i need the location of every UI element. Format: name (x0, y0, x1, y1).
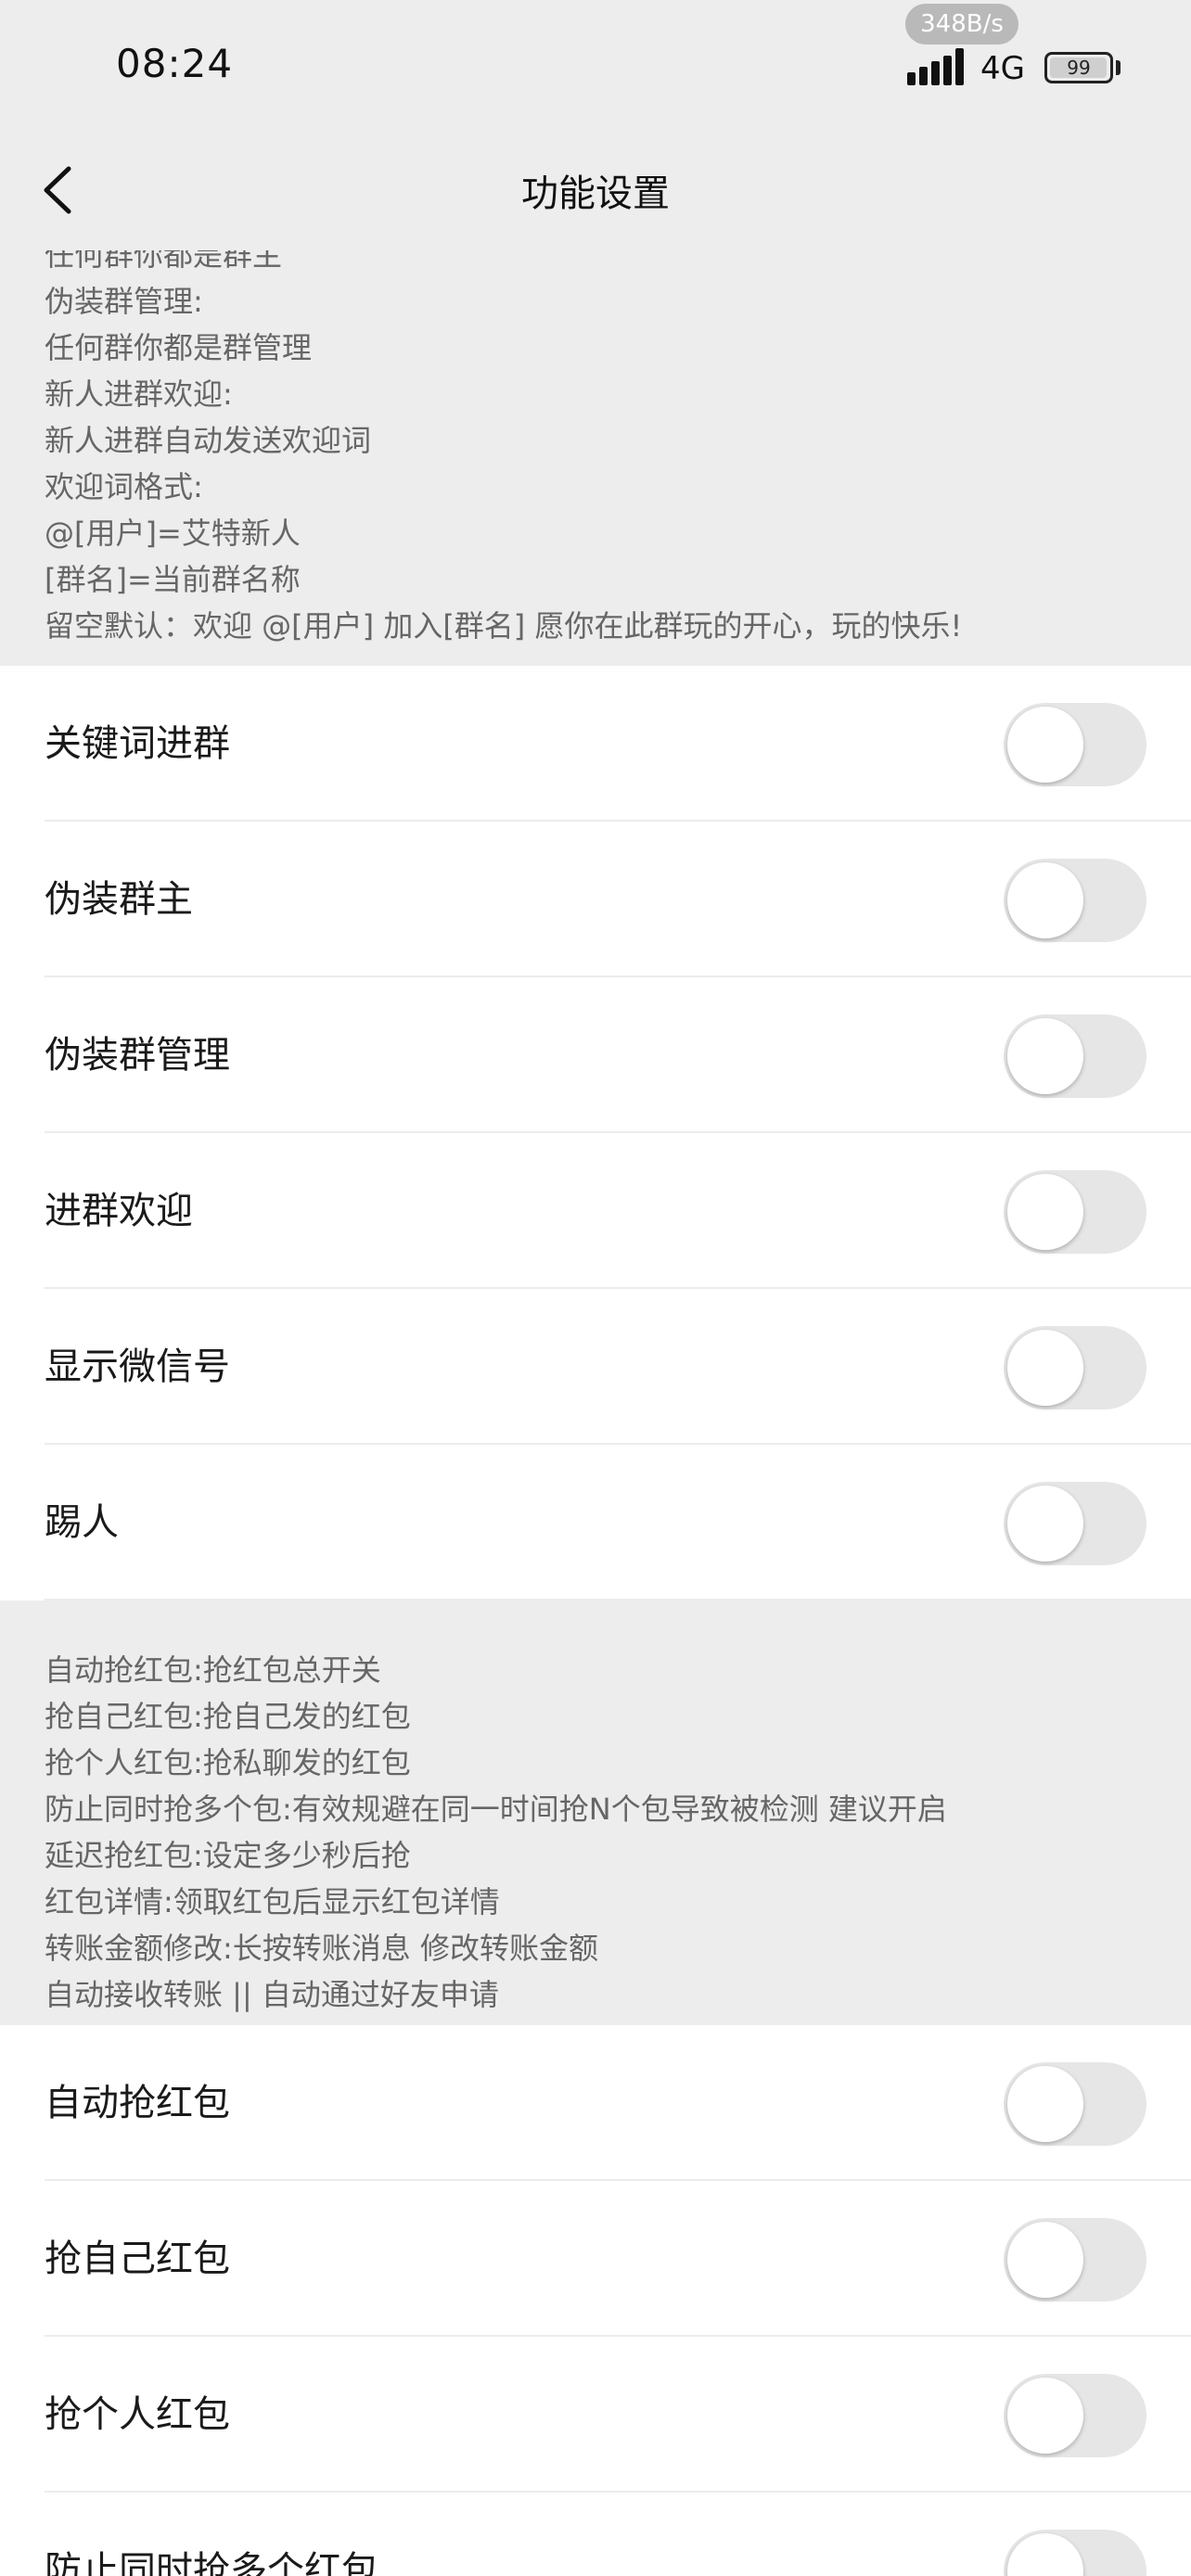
toggle-knob (1007, 2378, 1083, 2454)
description-line: 红包详情:领取红包后显示红包详情 (45, 1884, 500, 1919)
network-type: 4G (980, 50, 1025, 87)
setting-row: 自动抢红包 (0, 2025, 1191, 2181)
setting-row: 防止同时抢多个红包 (0, 2493, 1191, 2576)
setting-toggle[interactable] (1004, 2062, 1146, 2146)
description-line: 新人进群自动发送欢迎词 (45, 423, 372, 458)
toggle-knob (1007, 2533, 1083, 2576)
setting-label: 抢自己红包 (45, 2238, 230, 2280)
setting-label: 自动抢红包 (45, 2082, 230, 2124)
description-line: 自动接收转账 || 自动通过好友申请 (45, 1977, 499, 2012)
status-bar: 08:24 348B/s 4G 99 (0, 0, 1191, 130)
battery-tip (1116, 60, 1121, 75)
setting-row: 显示微信号 (0, 1289, 1191, 1445)
description-line: 任何群你都是群主 (45, 250, 283, 273)
setting-label: 伪装群管理 (45, 1034, 230, 1077)
description-line: 任何群你都是群管理 (45, 330, 313, 365)
setting-label: 显示微信号 (45, 1345, 230, 1388)
setting-row: 进群欢迎 (0, 1133, 1191, 1289)
setting-label: 进群欢迎 (45, 1190, 193, 1232)
toggle-knob (1007, 862, 1083, 938)
setting-row: 抢个人红包 (0, 2337, 1191, 2493)
setting-toggle[interactable] (1004, 1482, 1146, 1565)
group-settings-list: 关键词进群伪装群主伪装群管理进群欢迎显示微信号踢人 (0, 666, 1191, 1600)
setting-label: 踢人 (45, 1501, 119, 1544)
toggle-knob (1007, 2066, 1083, 2142)
setting-toggle[interactable] (1004, 1170, 1146, 1254)
description-line: 抢自己红包:抢自己发的红包 (45, 1699, 411, 1734)
setting-row: 关键词进群 (0, 666, 1191, 822)
toggle-knob (1007, 1486, 1083, 1562)
description-line: 转账金额修改:长按转账消息 修改转账金额 (45, 1931, 598, 1966)
description-line: 新人进群欢迎: (45, 376, 233, 412)
setting-toggle[interactable] (1004, 2218, 1146, 2302)
toggle-knob (1007, 1018, 1083, 1094)
description-line: [群名]=当前群名称 (45, 562, 301, 597)
toggle-knob (1007, 1330, 1083, 1406)
setting-toggle[interactable] (1004, 1326, 1146, 1409)
page-title: 功能设置 (521, 172, 670, 215)
description-line: 自动抢红包:抢红包总开关 (45, 1652, 381, 1688)
toggle-knob (1007, 1174, 1083, 1250)
group-feature-description: 任何群你都是群主伪装群管理: 任何群你都是群管理 新人进群欢迎: 新人进群自动发送欢迎… (0, 250, 1191, 666)
nav-bar: 功能设置 (0, 130, 1191, 250)
redpacket-settings-list: 自动抢红包抢自己红包抢个人红包防止同时抢多个红包 (0, 2025, 1191, 2576)
redpacket-feature-description: 自动抢红包:抢红包总开关 抢自己红包:抢自己发的红包 抢个人红包:抢私聊发的红包防止… (0, 1600, 1191, 2025)
setting-toggle[interactable] (1004, 703, 1146, 786)
description-line: 欢迎词格式: (45, 469, 203, 504)
network-speed-badge: 348B/s (905, 4, 1018, 45)
battery-icon: 99 (1044, 52, 1113, 83)
setting-row: 伪装群主 (0, 822, 1191, 977)
setting-row: 伪装群管理 (0, 977, 1191, 1133)
description-line: @[用户]=艾特新人 (45, 516, 301, 551)
setting-label: 防止同时抢多个红包 (45, 2549, 378, 2576)
description-line: 抢个人红包:抢私聊发的红包 (45, 1745, 411, 1780)
setting-toggle[interactable] (1004, 1014, 1146, 1098)
settings-page: 08:24 348B/s 4G 99 功能设置 任何群你都是群主 伪装群管理: 任何… (0, 0, 1191, 2576)
setting-row: 抢自己红包 (0, 2181, 1191, 2337)
description-line: 伪装群管理: (45, 284, 203, 319)
setting-label: 伪装群主 (45, 878, 193, 921)
signal-icon (907, 48, 964, 85)
setting-toggle[interactable] (1004, 2530, 1146, 2576)
setting-row: 踢人 (0, 1445, 1191, 1600)
setting-toggle[interactable] (1004, 2374, 1146, 2457)
setting-toggle[interactable] (1004, 859, 1146, 942)
setting-label: 抢个人红包 (45, 2393, 230, 2436)
description-line: 防止同时抢多个包:有效规避在同一时间抢N个包导致被检测 建议开启 (45, 1792, 947, 1827)
setting-label: 关键词进群 (45, 722, 230, 765)
status-time: 08:24 (116, 41, 234, 86)
battery-percent: 99 (1067, 57, 1091, 79)
description-line: 留空默认：欢迎 @[用户] 加入[群名] 愿你在此群玩的开心，玩的快乐! (45, 608, 963, 644)
toggle-knob (1007, 2222, 1083, 2298)
toggle-knob (1007, 707, 1083, 783)
description-line: 延迟抢红包:设定多少秒后抢 (45, 1838, 411, 1873)
